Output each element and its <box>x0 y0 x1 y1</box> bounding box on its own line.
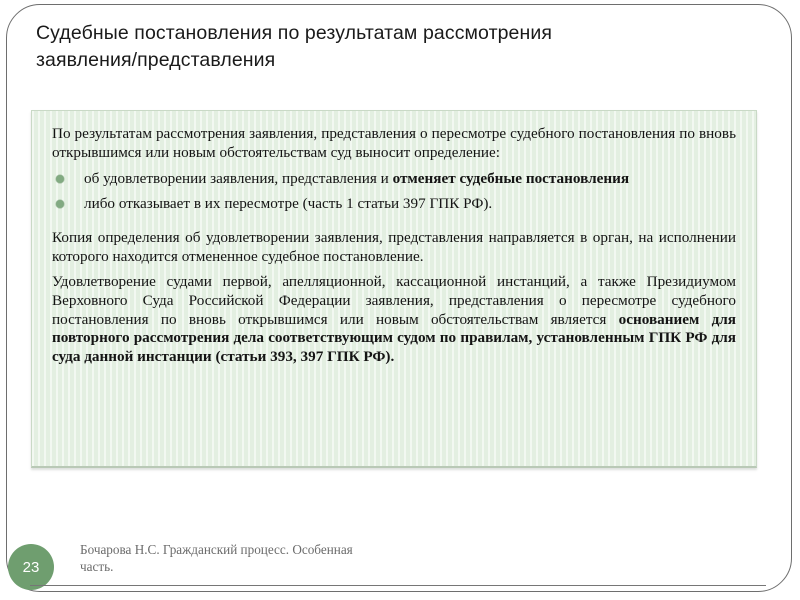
footer-divider <box>30 585 766 586</box>
final-paragraph: Удовлетворение судами первой, апелляцион… <box>52 273 736 366</box>
bullet-dot-icon <box>56 175 64 184</box>
footer-source-line-2: часть. <box>80 559 114 574</box>
list-item: об удовлетворении заявления, представлен… <box>52 166 736 191</box>
copy-notice-paragraph: Копия определения об удовлетворении заяв… <box>52 229 736 265</box>
bullet-dot-icon <box>56 200 64 209</box>
page-title-line-1: Судебные постановления по результатам ра… <box>36 22 553 44</box>
list-item-text-bold: отменяет судебные постановления <box>392 170 630 188</box>
footer-source-line-1: Бочарова Н.С. Гражданский процесс. Особе… <box>80 542 353 557</box>
bullet-list: об удовлетворении заявления, представлен… <box>52 166 736 216</box>
page-number-badge: 23 <box>8 544 54 590</box>
list-item: либо отказывает в их пересмотре (часть 1… <box>52 191 736 216</box>
list-item-text: об удовлетворении заявления, представлен… <box>84 170 393 188</box>
list-item-text: либо отказывает в их пересмотре (часть 1… <box>84 195 493 213</box>
page-title-line-2: заявления/представления <box>36 49 276 71</box>
page-number-text: 23 <box>22 558 40 576</box>
slide: Судебные постановления по результатам ра… <box>0 0 800 600</box>
page-title: Судебные постановления по результатам ра… <box>36 20 696 74</box>
footer-source-citation: Бочарова Н.С. Гражданский процесс. Особе… <box>80 541 420 575</box>
intro-paragraph: По результатам рассмотрения заявления, п… <box>52 125 736 161</box>
content-box: По результатам рассмотрения заявления, п… <box>31 110 757 468</box>
